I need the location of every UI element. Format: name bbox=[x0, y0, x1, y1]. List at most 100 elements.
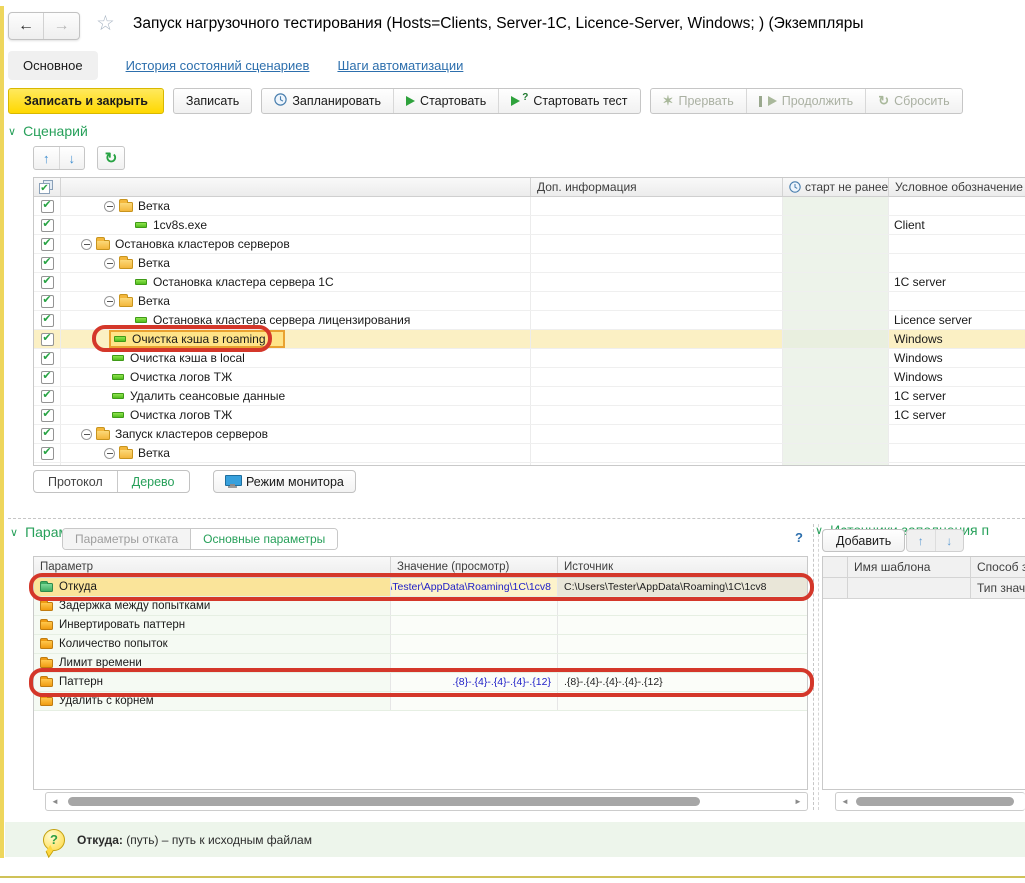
tree-row[interactable]: ✔Очистка логов ТЖWindows bbox=[34, 368, 1025, 387]
param-value-cell[interactable]: C:\Users\Tester\AppData\Roaming\1C\1cv8 bbox=[391, 578, 558, 596]
param-row[interactable]: Количество попыток bbox=[34, 635, 807, 654]
params-horizontal-scrollbar[interactable]: ◄ ► bbox=[45, 792, 808, 811]
reset-button[interactable]: ↻ Сбросить bbox=[866, 89, 961, 113]
refresh-button[interactable]: ↻ bbox=[97, 146, 125, 170]
param-value-cell[interactable] bbox=[391, 597, 558, 615]
tree-row[interactable]: ✔1cv8s.exeClient bbox=[34, 216, 1025, 235]
param-source-cell[interactable]: C:\Users\Tester\AppData\Roaming\1C\1cv8 bbox=[558, 578, 807, 596]
param-row[interactable]: Лимит времени bbox=[34, 654, 807, 673]
param-row[interactable]: Паттерн.{8}-.{4}-.{4}-.{4}-.{12}.{8}-.{4… bbox=[34, 673, 807, 692]
value-column-header[interactable]: Значение (просмотр) bbox=[391, 557, 558, 577]
scroll-left-icon[interactable]: ◄ bbox=[840, 797, 850, 806]
info-column-header[interactable]: Доп. информация bbox=[531, 178, 783, 196]
param-column-header[interactable]: Параметр bbox=[34, 557, 391, 577]
scenario-section-header[interactable]: ∨ Сценарий bbox=[8, 123, 88, 139]
collapse-node-icon[interactable] bbox=[104, 448, 115, 459]
tree-row[interactable]: ✔Запуск кластеров серверов bbox=[34, 425, 1025, 444]
tab-automation-steps[interactable]: Шаги автоматизации bbox=[337, 58, 463, 73]
select-all-header[interactable]: ✔ bbox=[34, 178, 61, 196]
collapse-node-icon[interactable] bbox=[81, 429, 92, 440]
param-row[interactable]: ОткудаC:\Users\Tester\AppData\Roaming\1C… bbox=[34, 578, 807, 597]
tree-row[interactable]: ✔Ветка bbox=[34, 292, 1025, 311]
param-source-cell[interactable] bbox=[558, 635, 807, 653]
tree-row[interactable]: ✔Ветка bbox=[34, 444, 1025, 463]
tab-main-params[interactable]: Основные параметры bbox=[190, 529, 337, 549]
scroll-thumb[interactable] bbox=[856, 797, 1014, 806]
checkbox[interactable]: ✔ bbox=[41, 409, 54, 422]
collapse-node-icon[interactable] bbox=[104, 258, 115, 269]
checkbox[interactable]: ✔ bbox=[41, 390, 54, 403]
scroll-left-icon[interactable]: ◄ bbox=[50, 797, 60, 806]
param-source-cell[interactable]: .{8}-.{4}-.{4}-.{4}-.{12} bbox=[558, 673, 807, 691]
move-up-button[interactable]: ↑ bbox=[34, 147, 60, 169]
abort-button[interactable]: ✶ Прервать bbox=[651, 89, 747, 113]
tree-row[interactable]: ✔Очистка кэша в localWindows bbox=[34, 349, 1025, 368]
checkbox[interactable]: ✔ bbox=[41, 447, 54, 460]
collapse-node-icon[interactable] bbox=[81, 239, 92, 250]
move-down-button[interactable]: ↓ bbox=[60, 147, 85, 169]
template-name-column-header[interactable]: Имя шаблона bbox=[848, 557, 971, 578]
value-type-column-header[interactable]: Тип знач bbox=[971, 578, 1025, 599]
checkbox[interactable]: ✔ bbox=[41, 428, 54, 441]
horizontal-splitter[interactable] bbox=[8, 518, 1025, 519]
checkbox[interactable]: ✔ bbox=[41, 238, 54, 251]
back-button[interactable]: ← bbox=[9, 13, 44, 39]
param-row[interactable]: Удалить с корнем bbox=[34, 692, 807, 711]
collapse-node-icon[interactable] bbox=[104, 296, 115, 307]
tree-row[interactable]: ✔Удалить сеансовые данные1C server bbox=[34, 387, 1025, 406]
method-column-header[interactable]: Способ з bbox=[971, 557, 1025, 578]
fill-move-down-button[interactable]: ↓ bbox=[936, 530, 964, 551]
forward-button[interactable]: → bbox=[44, 13, 79, 39]
save-and-close-button[interactable]: Записать и закрыть bbox=[8, 88, 164, 114]
scroll-track[interactable] bbox=[60, 796, 793, 807]
add-button[interactable]: Добавить bbox=[822, 529, 905, 552]
fill-move-up-button[interactable]: ↑ bbox=[907, 530, 936, 551]
tab-main[interactable]: Основное bbox=[8, 51, 98, 80]
tab-rollback-params[interactable]: Параметры отката bbox=[63, 529, 190, 549]
param-row[interactable]: Инвертировать паттерн bbox=[34, 616, 807, 635]
schedule-button[interactable]: Запланировать bbox=[262, 89, 394, 113]
fill-sources-horizontal-scrollbar[interactable]: ◄ bbox=[835, 792, 1025, 811]
monitor-mode-button[interactable]: Режим монитора bbox=[213, 470, 356, 493]
tree-row[interactable]: ✔Остановка кластеров серверов bbox=[34, 235, 1025, 254]
tab-scenario-history[interactable]: История состояний сценариев bbox=[126, 58, 310, 73]
tree-row[interactable]: ✔Ветка bbox=[34, 197, 1025, 216]
param-value-cell[interactable] bbox=[391, 654, 558, 672]
checkbox[interactable]: ✔ bbox=[41, 200, 54, 213]
focused-cell[interactable]: Очистка кэша в roaming bbox=[109, 330, 285, 348]
param-value-cell[interactable] bbox=[391, 635, 558, 653]
param-value-cell[interactable] bbox=[391, 692, 558, 710]
checkbox[interactable]: ✔ bbox=[41, 352, 54, 365]
param-source-cell[interactable] bbox=[558, 597, 807, 615]
scroll-right-icon[interactable]: ► bbox=[793, 797, 803, 806]
checkbox[interactable]: ✔ bbox=[41, 333, 54, 346]
tree-column-header[interactable] bbox=[61, 178, 531, 196]
param-source-cell[interactable] bbox=[558, 654, 807, 672]
checkbox[interactable]: ✔ bbox=[41, 276, 54, 289]
checkbox[interactable]: ✔ bbox=[41, 371, 54, 384]
tree-row[interactable]: ✔Запуск кластера сервера 1С1C server bbox=[34, 463, 1025, 466]
checkbox[interactable]: ✔ bbox=[41, 466, 54, 467]
param-source-cell[interactable] bbox=[558, 692, 807, 710]
resume-button[interactable]: Продолжить bbox=[747, 89, 866, 113]
view-protocol-button[interactable]: Протокол bbox=[34, 471, 118, 492]
checkbox[interactable]: ✔ bbox=[41, 295, 54, 308]
param-row[interactable]: Задержка между попытками bbox=[34, 597, 807, 616]
scroll-track[interactable] bbox=[850, 796, 1021, 807]
start-test-button[interactable]: ? Стартовать тест bbox=[499, 89, 639, 113]
scroll-thumb[interactable] bbox=[68, 797, 700, 806]
collapse-node-icon[interactable] bbox=[104, 201, 115, 212]
source-column-header[interactable]: Источник bbox=[558, 557, 807, 577]
checkbox[interactable]: ✔ bbox=[41, 314, 54, 327]
checkbox[interactable]: ✔ bbox=[41, 219, 54, 232]
vertical-splitter[interactable] bbox=[813, 524, 814, 810]
tree-row[interactable]: ✔Очистка логов ТЖ1C server bbox=[34, 406, 1025, 425]
tree-row[interactable]: ✔Ветка bbox=[34, 254, 1025, 273]
favorite-star-icon[interactable]: ☆ bbox=[96, 13, 115, 34]
param-source-cell[interactable] bbox=[558, 616, 807, 634]
tree-row[interactable]: ✔Остановка кластера сервера лицензирован… bbox=[34, 311, 1025, 330]
param-value-cell[interactable]: .{8}-.{4}-.{4}-.{4}-.{12} bbox=[391, 673, 558, 691]
view-tree-button[interactable]: Дерево bbox=[118, 471, 189, 492]
start-button[interactable]: Стартовать bbox=[394, 89, 499, 113]
tree-row[interactable]: ✔Остановка кластера сервера 1С1C server bbox=[34, 273, 1025, 292]
